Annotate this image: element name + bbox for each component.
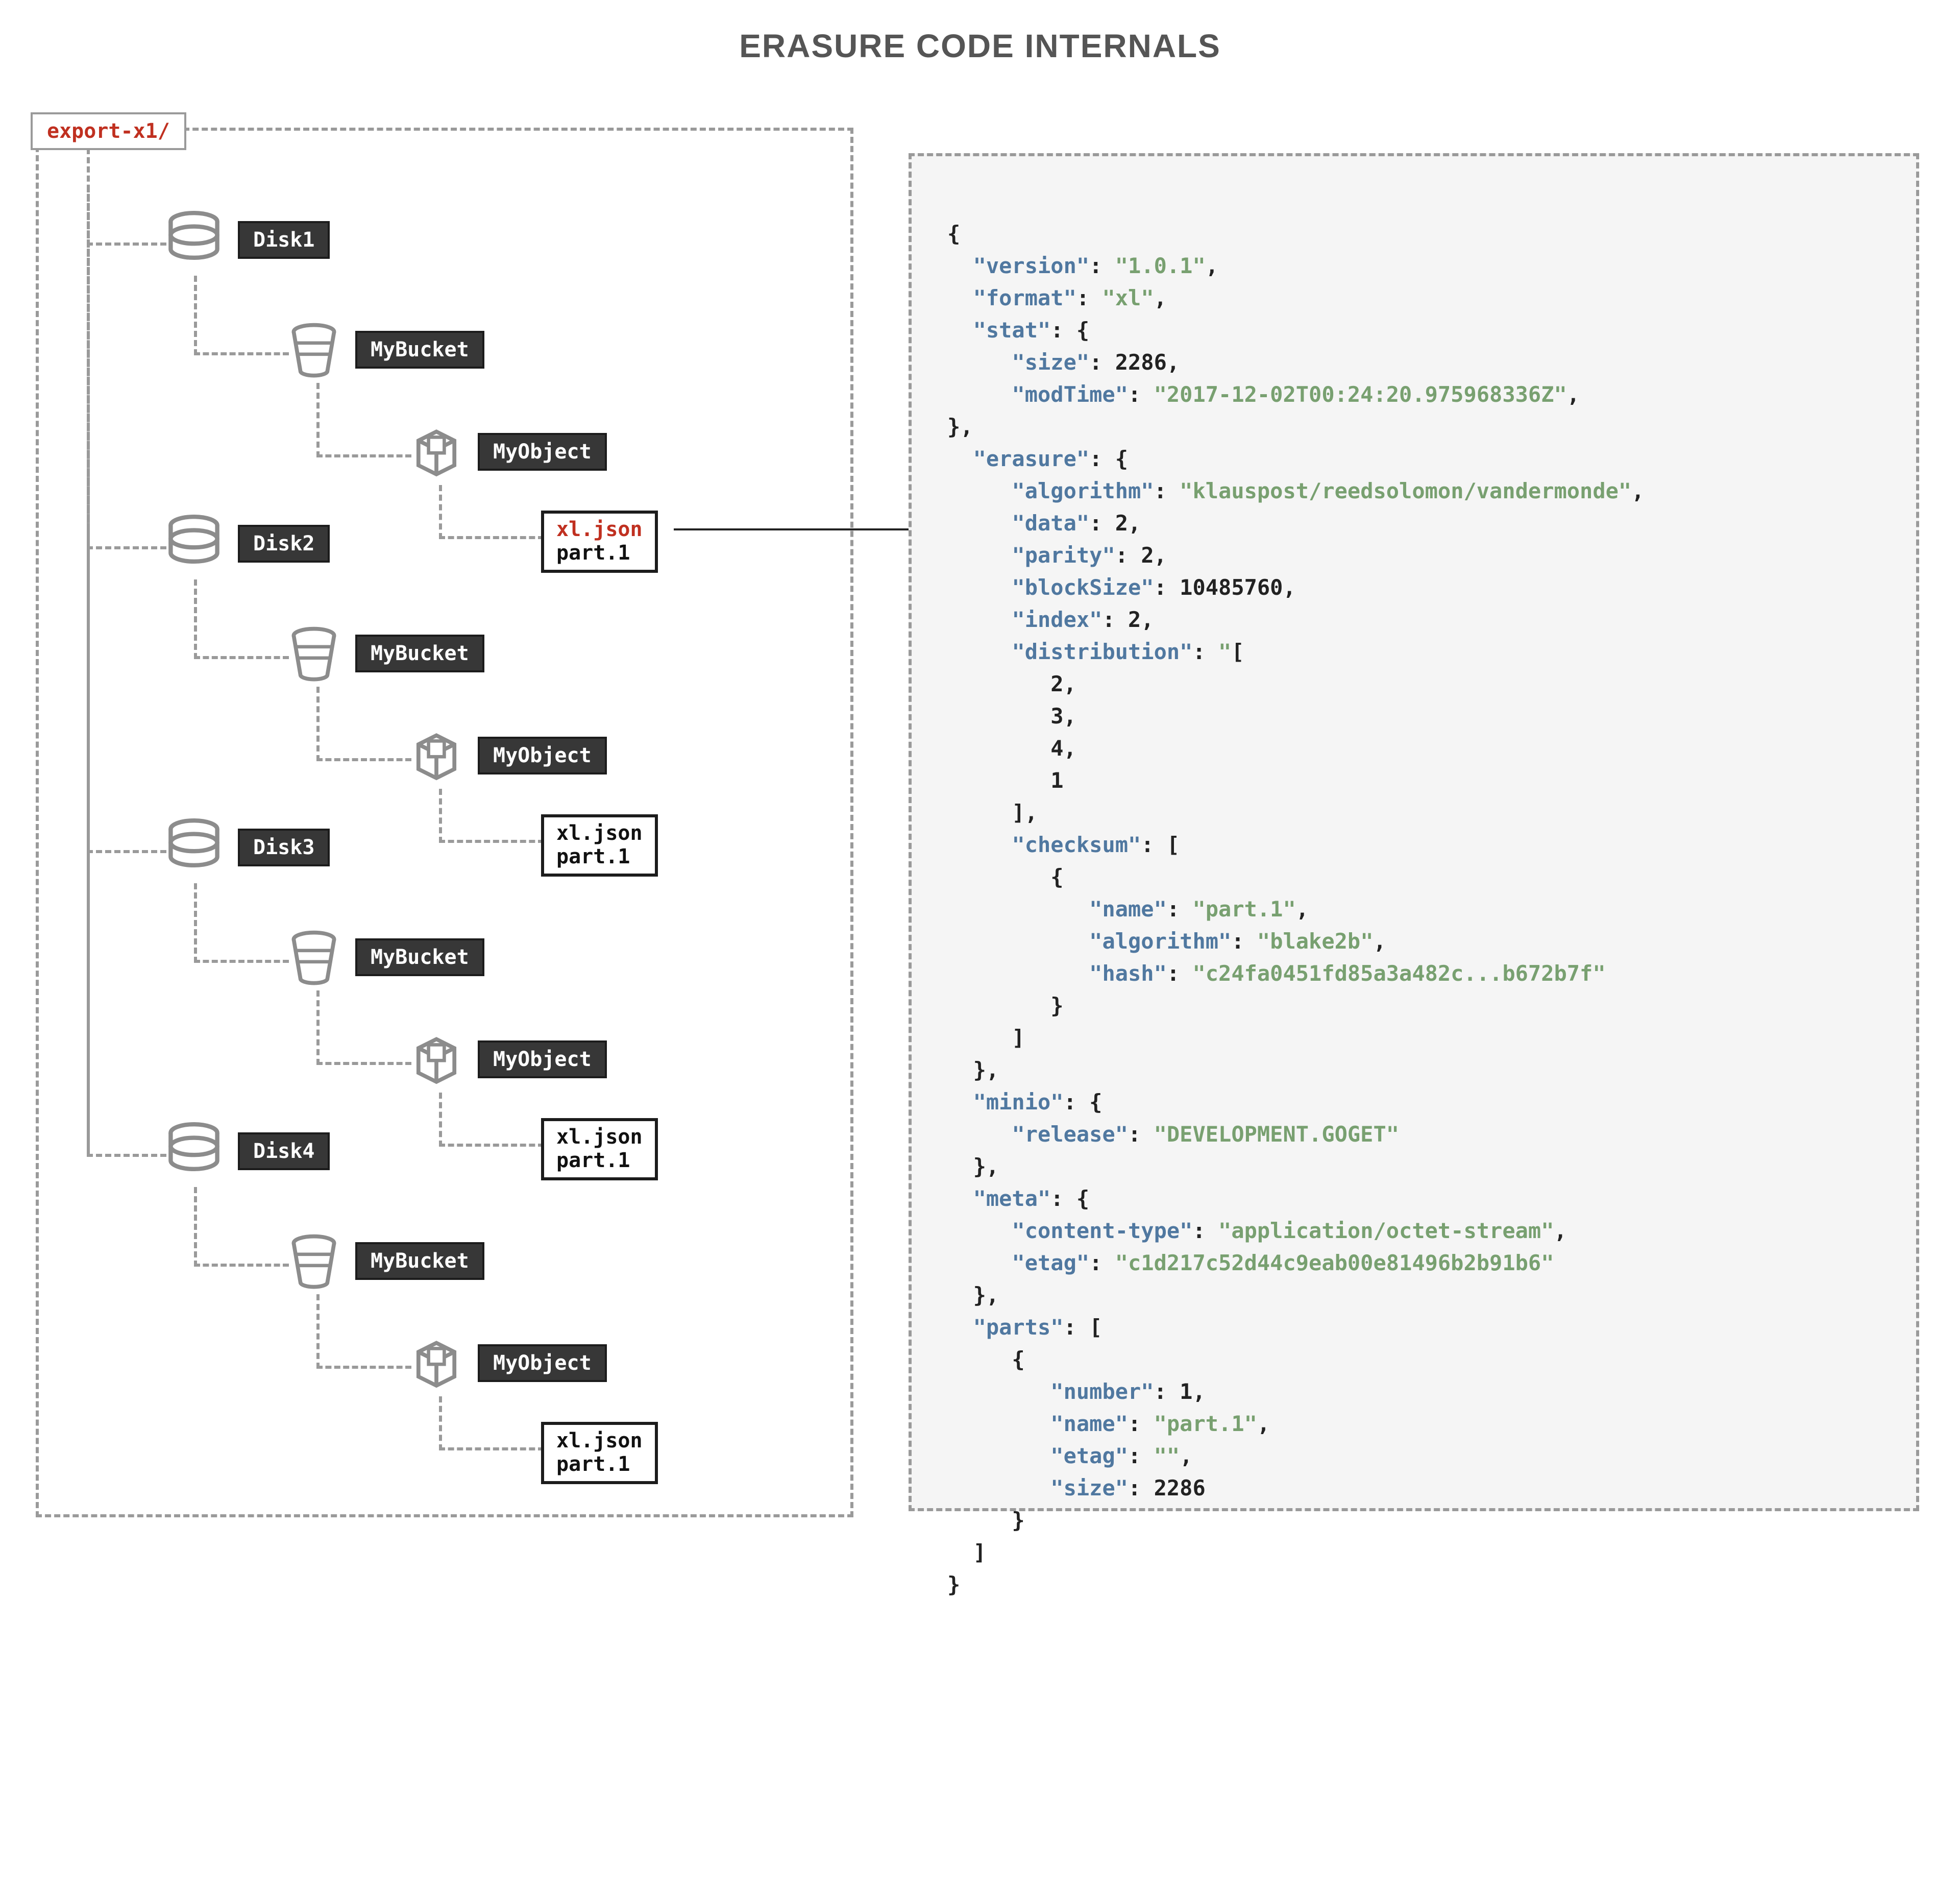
object-icon [408, 424, 464, 480]
object-node: MyObject [408, 728, 607, 784]
tree-connector [439, 485, 544, 539]
tree-connector [194, 276, 289, 355]
file-part-1: part.1 [556, 845, 643, 868]
object-icon [408, 728, 464, 784]
tree-connector [194, 579, 289, 659]
disk-label: Disk4 [238, 1132, 330, 1170]
file-xl-json: xl.json [556, 821, 643, 845]
bucket-node: MyBucket [286, 322, 484, 378]
disk-node: Disk4 [163, 1121, 330, 1182]
bucket-node: MyBucket [286, 625, 484, 682]
callout-line [674, 528, 909, 530]
file-box: xl.json part.1 [541, 1118, 658, 1180]
disk-icon [163, 513, 225, 574]
root-path-label: export-x1/ [31, 112, 186, 150]
object-label: MyObject [478, 1344, 607, 1382]
files-node: xl.json part.1 [541, 511, 658, 573]
files-node: xl.json part.1 [541, 1118, 658, 1180]
bucket-node: MyBucket [286, 929, 484, 985]
file-box: xl.json part.1 [541, 814, 658, 877]
tree-connector [439, 1093, 544, 1147]
disk-label: Disk2 [238, 525, 330, 563]
bucket-icon [286, 322, 342, 378]
object-label: MyObject [478, 433, 607, 471]
bucket-label: MyBucket [355, 1242, 484, 1280]
object-node: MyObject [408, 1031, 607, 1087]
object-icon [408, 1335, 464, 1391]
tree-connector [316, 1294, 411, 1369]
bucket-label: MyBucket [355, 635, 484, 672]
bucket-icon [286, 1233, 342, 1289]
files-node: xl.json part.1 [541, 1422, 658, 1484]
bucket-icon [286, 625, 342, 682]
tree-connector [194, 883, 289, 963]
bucket-label: MyBucket [355, 938, 484, 976]
tree-connector [316, 990, 411, 1065]
files-node: xl.json part.1 [541, 814, 658, 877]
tree-connector [316, 687, 411, 761]
file-xl-json: xl.json [556, 1125, 643, 1149]
file-xl-json: xl.json [556, 518, 643, 541]
bucket-label: MyBucket [355, 331, 484, 369]
tree-connector [194, 1187, 289, 1267]
file-part-1: part.1 [556, 541, 643, 565]
disk-node: Disk3 [163, 817, 330, 878]
tree-connector [439, 789, 544, 843]
file-box: xl.json part.1 [541, 511, 658, 573]
disk-label: Disk1 [238, 221, 330, 259]
json-panel: { "version": "1.0.1", "format": "xl", "s… [909, 153, 1919, 1511]
object-node: MyObject [408, 424, 607, 480]
object-node: MyObject [408, 1335, 607, 1391]
tree-connector [439, 1396, 544, 1450]
object-label: MyObject [478, 1040, 607, 1078]
file-part-1: part.1 [556, 1452, 643, 1476]
object-icon [408, 1031, 464, 1087]
file-part-1: part.1 [556, 1149, 643, 1172]
file-xl-json: xl.json [556, 1429, 643, 1452]
json-code: { "version": "1.0.1", "format": "xl", "s… [947, 217, 1891, 1601]
tree-connector [87, 186, 166, 1157]
tree-connector [316, 383, 411, 457]
bucket-icon [286, 929, 342, 985]
disk-icon [163, 817, 225, 878]
disk-label: Disk3 [238, 829, 330, 866]
disk-node: Disk2 [163, 513, 330, 574]
page-title: ERASURE CODE INTERNALS [0, 27, 1960, 65]
bucket-node: MyBucket [286, 1233, 484, 1289]
disk-node: Disk1 [163, 209, 330, 271]
object-label: MyObject [478, 737, 607, 774]
disk-icon [163, 1121, 225, 1182]
file-box: xl.json part.1 [541, 1422, 658, 1484]
disk-icon [163, 209, 225, 271]
